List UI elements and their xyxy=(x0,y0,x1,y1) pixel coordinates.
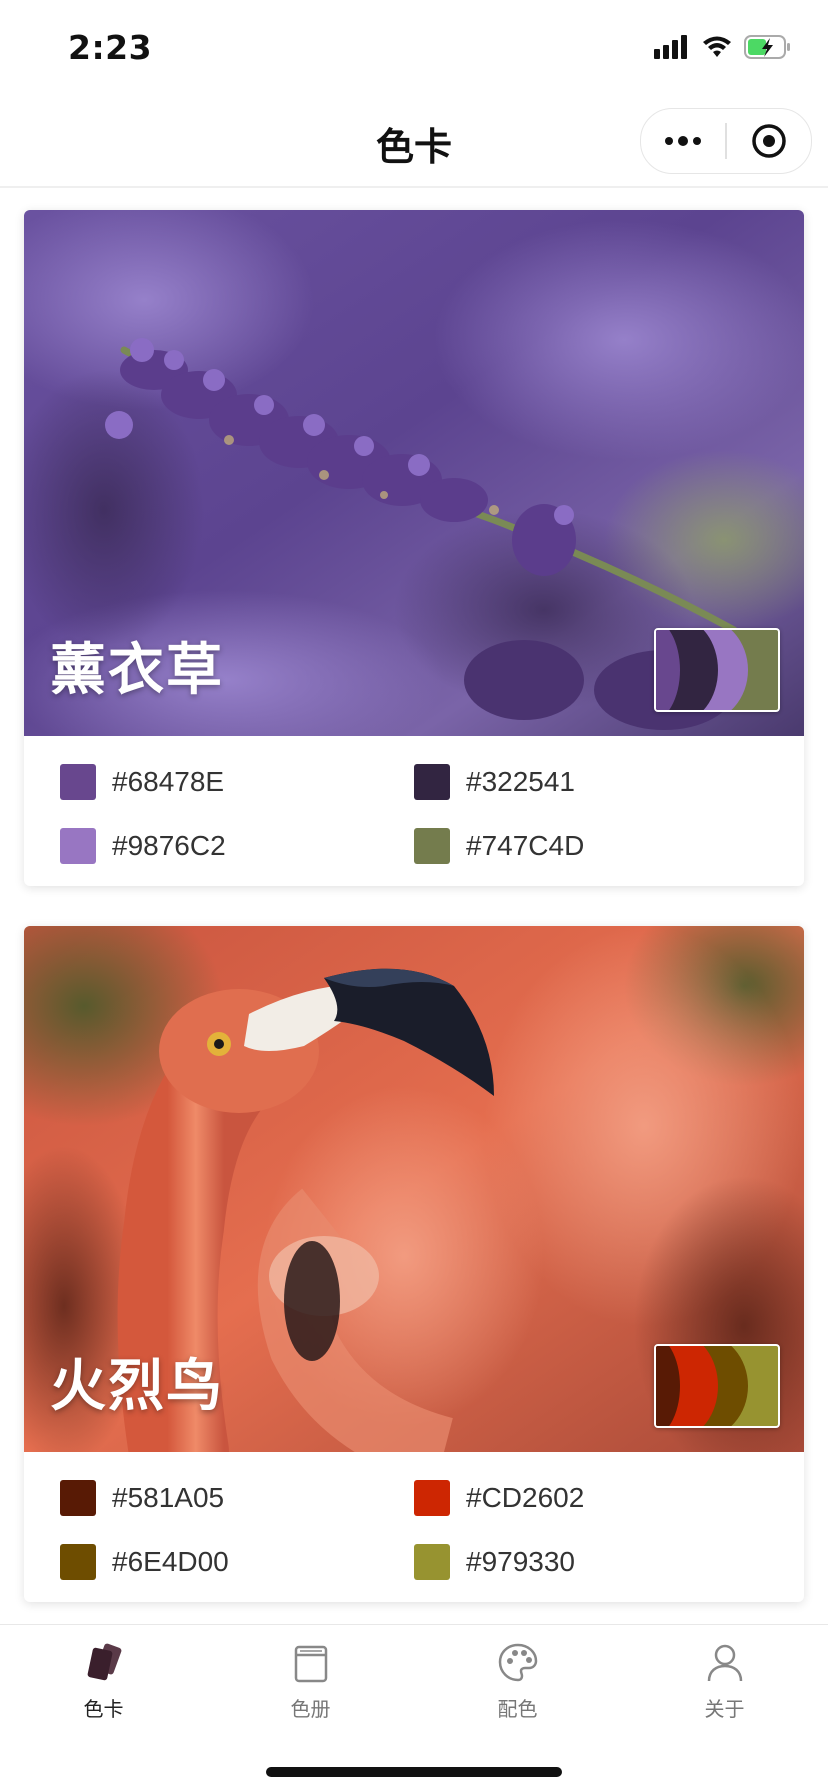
card-photo-lavender: 薰衣草 xyxy=(24,210,804,736)
tab-album[interactable]: 色册 xyxy=(207,1639,414,1722)
album-icon xyxy=(294,1645,327,1683)
card-title: 火烈鸟 xyxy=(50,1354,224,1419)
tab-cards[interactable]: 色卡 xyxy=(0,1639,207,1722)
more-button[interactable] xyxy=(641,109,725,173)
hex-label: #581A05 xyxy=(112,1482,225,1513)
palette-preview[interactable] xyxy=(654,1344,780,1428)
swatch-grid: #581A05 #CD2602 #6E4D00 #979330 xyxy=(24,1452,804,1602)
swatch-item[interactable]: #9876C2 xyxy=(60,828,226,864)
swatch-item[interactable]: #747C4D xyxy=(414,828,584,864)
mini-program-capsule xyxy=(640,108,812,174)
tab-label: 配色 xyxy=(497,1697,538,1721)
more-icon xyxy=(665,137,673,145)
status-time: 2:23 xyxy=(68,28,153,67)
color-chip xyxy=(414,1544,450,1580)
hex-label: #979330 xyxy=(466,1546,576,1577)
color-chip xyxy=(60,764,96,800)
swatch-item[interactable]: #322541 xyxy=(414,764,575,800)
color-chip xyxy=(60,1544,96,1580)
user-icon xyxy=(707,1644,742,1682)
swatch-grid: #68478E #322541 #9876C2 #747C4D xyxy=(24,736,804,886)
palette-icon xyxy=(498,1643,537,1682)
color-card[interactable]: 火烈鸟 #581A05 #CD2602 #6E4D00 #979330 xyxy=(24,926,804,1602)
swatch-item[interactable]: #6E4D00 xyxy=(60,1544,229,1580)
swatch-item[interactable]: #CD2602 xyxy=(414,1480,584,1516)
hex-label: #CD2602 xyxy=(466,1482,585,1513)
card-photo-flamingo: 火烈鸟 xyxy=(24,926,804,1452)
color-chip xyxy=(414,828,450,864)
target-icon xyxy=(751,124,786,158)
signal-icon xyxy=(654,35,687,59)
card-title: 薰衣草 xyxy=(50,638,224,703)
tab-palette[interactable]: 配色 xyxy=(414,1639,621,1722)
palette-preview[interactable] xyxy=(654,628,780,712)
home-indicator xyxy=(266,1767,562,1777)
color-chip xyxy=(60,828,96,864)
swatch-item[interactable]: #979330 xyxy=(414,1544,575,1580)
status-bar: 2:23 xyxy=(0,0,828,96)
tab-label: 色卡 xyxy=(83,1697,124,1721)
color-card[interactable]: 薰衣草 #68478E #322541 #9876C2 #747C4D xyxy=(24,210,804,886)
swatch-item[interactable]: #581A05 xyxy=(60,1480,224,1516)
close-button[interactable] xyxy=(727,109,811,173)
tab-label: 色册 xyxy=(290,1697,331,1721)
app-screen: 2:23 色卡 薰衣草 #68478E #322541 #9876C2 #747… xyxy=(0,0,828,1792)
status-icons xyxy=(654,34,792,60)
battery-icon xyxy=(744,35,790,59)
cards-icon xyxy=(87,1643,121,1681)
hex-label: #9876C2 xyxy=(112,830,226,861)
tab-about[interactable]: 关于 xyxy=(621,1639,828,1722)
wifi-icon xyxy=(703,36,731,57)
color-chip xyxy=(414,764,450,800)
color-chip xyxy=(60,1480,96,1516)
tab-bar: 色卡 色册 配色 关于 xyxy=(0,1624,828,1792)
tab-label: 关于 xyxy=(704,1697,745,1721)
color-chip xyxy=(414,1480,450,1516)
hex-label: #6E4D00 xyxy=(112,1546,229,1577)
hex-label: #322541 xyxy=(466,766,576,797)
hex-label: #68478E xyxy=(112,766,225,797)
hex-label: #747C4D xyxy=(466,830,585,861)
swatch-item[interactable]: #68478E xyxy=(60,764,224,800)
nav-bar: 色卡 xyxy=(0,96,828,188)
